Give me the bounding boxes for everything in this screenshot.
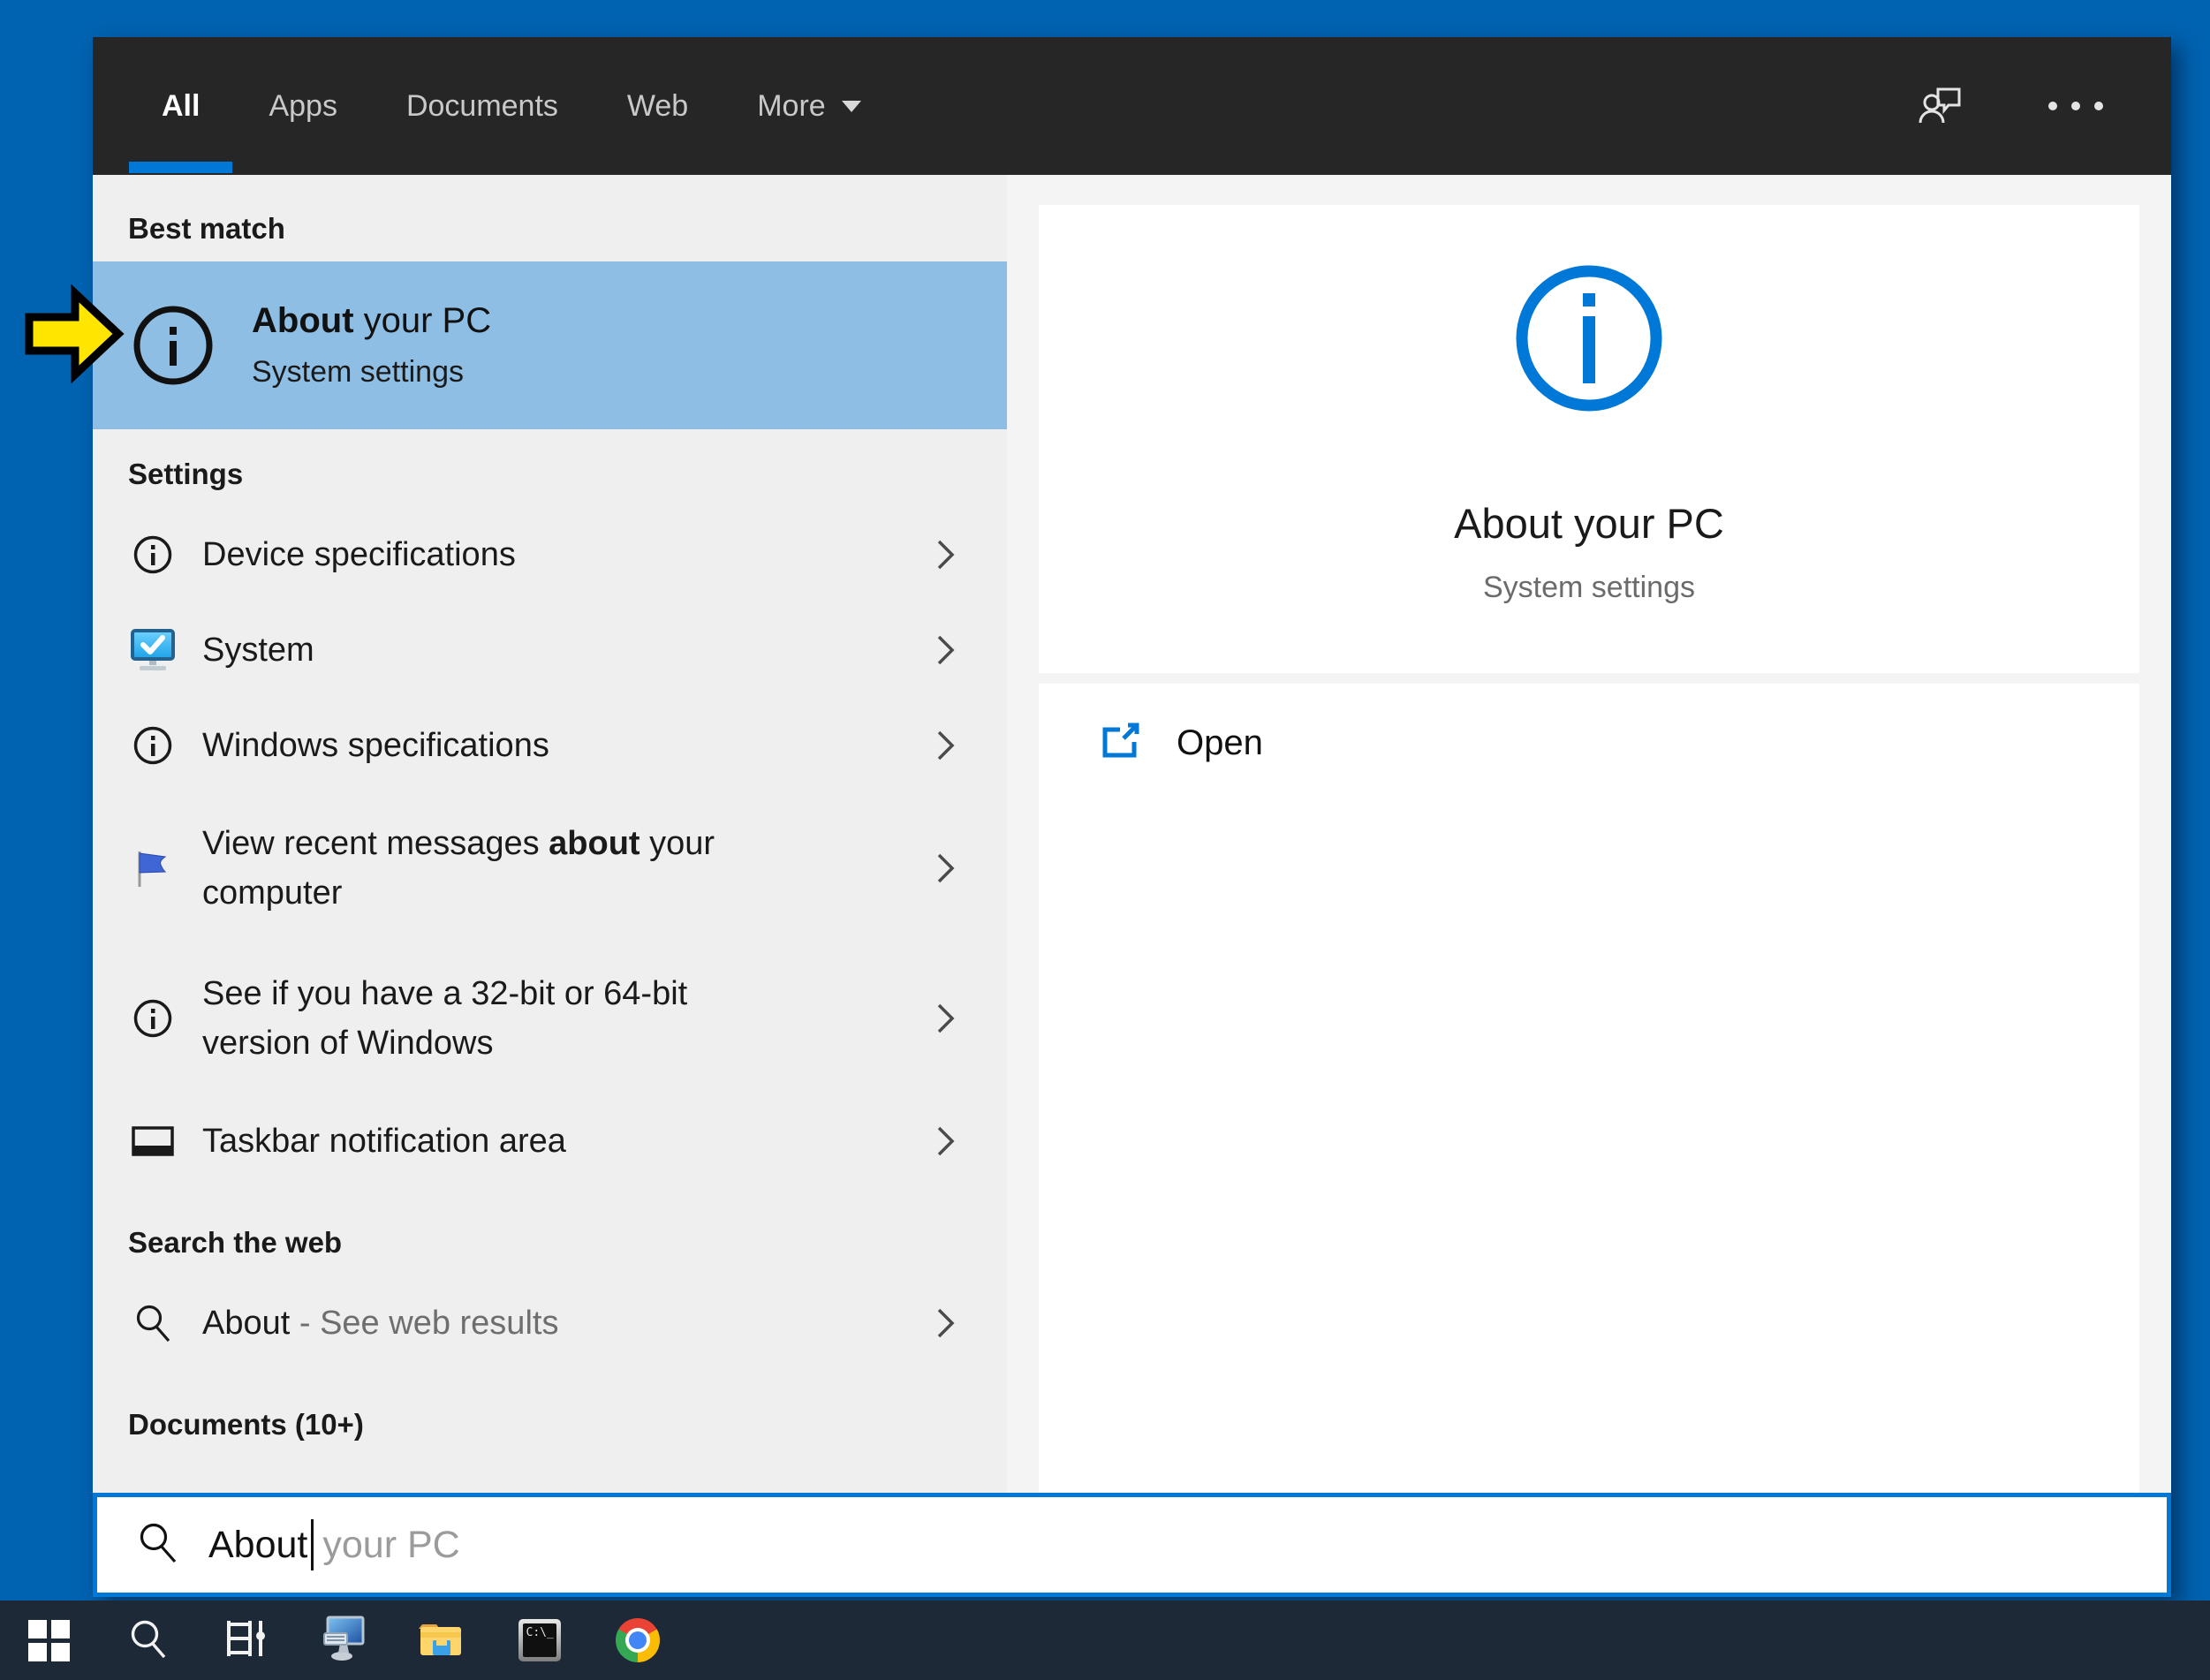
search-icon — [126, 1617, 169, 1664]
text-cursor — [311, 1519, 314, 1570]
search-filter-bar: All Apps Documents Web More — [93, 37, 2171, 175]
filter-tabs: All Apps Documents Web More — [162, 37, 863, 175]
windows-search-flyout: All Apps Documents Web More — [93, 37, 2171, 1597]
remote-desktop-icon — [321, 1616, 367, 1666]
chevron-right-icon[interactable] — [936, 633, 956, 667]
result-label: Windows specifications — [202, 727, 936, 765]
chevron-right-icon[interactable] — [936, 729, 956, 762]
tab-web[interactable]: Web — [627, 37, 688, 175]
ellipsis-icon[interactable] — [2046, 101, 2108, 111]
info-icon — [132, 304, 215, 387]
callout-arrow — [23, 284, 125, 388]
chevron-down-icon — [840, 98, 863, 114]
task-view-icon — [223, 1617, 268, 1664]
result-label: Device specifications — [202, 536, 936, 574]
preview-title: About your PC — [1454, 499, 1724, 548]
best-match-text: About your PC System settings — [252, 301, 491, 390]
chevron-right-icon[interactable] — [936, 851, 956, 885]
best-match-subtitle: System settings — [252, 355, 491, 390]
result-label: See if you have a 32-bit or 64-bit versi… — [202, 969, 803, 1068]
tab-documents-label: Documents — [406, 89, 558, 124]
result-label: About - See web results — [202, 1305, 936, 1343]
preview-panel: About your PC System settings Open — [1007, 175, 2171, 1493]
remote-desktop-button[interactable] — [294, 1601, 392, 1680]
chrome-button[interactable] — [588, 1601, 686, 1680]
flag-icon — [128, 847, 178, 889]
result-taskbar-notification-area[interactable]: Taskbar notification area — [93, 1094, 1007, 1189]
taskbar: C:\_ — [0, 1601, 2210, 1680]
tab-more-label: More — [757, 89, 825, 124]
best-match-title: About your PC — [252, 301, 491, 341]
search-icon — [128, 1303, 178, 1343]
chevron-right-icon[interactable] — [936, 1002, 956, 1035]
section-header-settings: Settings — [93, 442, 1007, 507]
result-windows-specifications[interactable]: Windows specifications — [93, 698, 1007, 793]
command-prompt-button[interactable]: C:\_ — [490, 1601, 588, 1680]
preview-card: About your PC System settings — [1039, 205, 2139, 673]
results-panel: Best match About your PC System settings — [93, 175, 1007, 1493]
search-input[interactable]: About your PC — [93, 1493, 2171, 1597]
info-icon — [128, 725, 178, 766]
result-view-recent-messages[interactable]: View recent messages about your computer — [93, 793, 1007, 943]
search-typed-text: About — [208, 1524, 307, 1567]
chevron-right-icon[interactable] — [936, 538, 956, 571]
result-label: View recent messages about your computer — [202, 819, 803, 918]
feedback-icon[interactable] — [1917, 82, 1964, 130]
info-icon — [128, 534, 178, 575]
section-header-best-match: Best match — [93, 196, 1007, 261]
tab-apps[interactable]: Apps — [269, 37, 337, 175]
preview-actions-card: Open — [1039, 684, 2139, 1493]
taskbar-area-icon — [128, 1124, 178, 1159]
info-icon — [128, 998, 178, 1039]
section-header-search-the-web: Search the web — [93, 1210, 1007, 1275]
task-view-button[interactable] — [196, 1601, 294, 1680]
file-explorer-button[interactable] — [392, 1601, 490, 1680]
result-system[interactable]: System — [93, 602, 1007, 698]
chevron-right-icon[interactable] — [936, 1306, 956, 1340]
preview-subtitle: System settings — [1483, 571, 1695, 605]
chevron-right-icon[interactable] — [936, 1124, 956, 1158]
file-explorer-icon — [419, 1617, 465, 1664]
open-action-label: Open — [1177, 723, 1263, 763]
section-header-documents: Documents (10+) — [93, 1392, 1007, 1457]
windows-logo-icon — [28, 1620, 70, 1661]
result-web-search-about[interactable]: About - See web results — [93, 1275, 1007, 1371]
result-label: Taskbar notification area — [202, 1123, 936, 1161]
search-icon — [136, 1521, 180, 1570]
open-action[interactable]: Open — [1101, 723, 2139, 764]
best-match-result[interactable]: About your PC System settings — [93, 261, 1007, 429]
result-label: System — [202, 632, 936, 670]
open-external-icon — [1101, 723, 1141, 764]
tab-more[interactable]: More — [757, 37, 862, 175]
system-monitor-icon — [128, 626, 178, 674]
result-device-specifications[interactable]: Device specifications — [93, 507, 1007, 602]
start-button[interactable] — [0, 1601, 98, 1680]
tab-all[interactable]: All — [162, 37, 200, 175]
result-see-if-32-or-64-bit[interactable]: See if you have a 32-bit or 64-bit versi… — [93, 943, 1007, 1094]
tab-documents[interactable]: Documents — [406, 37, 558, 175]
command-prompt-icon: C:\_ — [518, 1619, 561, 1661]
desktop: All Apps Documents Web More — [0, 0, 2210, 1680]
tab-web-label: Web — [627, 89, 688, 124]
tab-apps-label: Apps — [269, 89, 337, 124]
taskbar-search-button[interactable] — [98, 1601, 196, 1680]
chrome-icon — [616, 1618, 660, 1662]
search-inline-suggestion: your PC — [322, 1524, 459, 1567]
info-icon — [1510, 260, 1668, 421]
tab-all-label: All — [162, 89, 200, 124]
